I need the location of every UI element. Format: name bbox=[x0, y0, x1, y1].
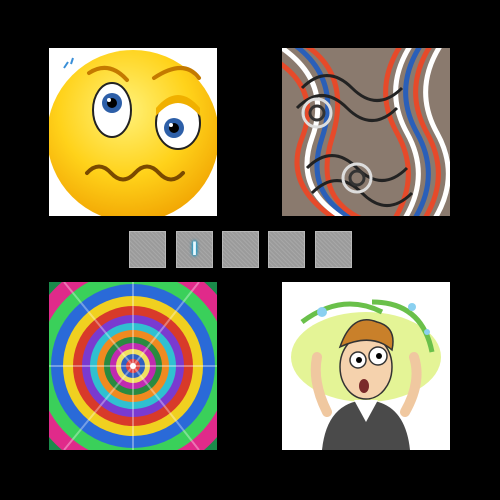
answer-slot-1[interactable] bbox=[129, 231, 166, 268]
answer-slots: I bbox=[129, 231, 372, 269]
picture-tile-wavy-illusion bbox=[282, 48, 450, 216]
picture-tile-dizzy-man bbox=[282, 282, 450, 450]
wavy-illusion-image bbox=[282, 48, 450, 216]
picture-tile-worried-emoji bbox=[49, 48, 217, 216]
answer-slot-4[interactable] bbox=[268, 231, 305, 268]
answer-slot-2[interactable]: I bbox=[176, 231, 213, 268]
picture-tile-psychedelic-spiral bbox=[49, 282, 217, 450]
answer-slot-3[interactable] bbox=[222, 231, 259, 268]
worried-emoji-image bbox=[49, 48, 217, 216]
answer-slot-5[interactable] bbox=[315, 231, 352, 268]
psychedelic-spiral-image bbox=[49, 282, 217, 450]
dizzy-man-image bbox=[282, 282, 450, 450]
